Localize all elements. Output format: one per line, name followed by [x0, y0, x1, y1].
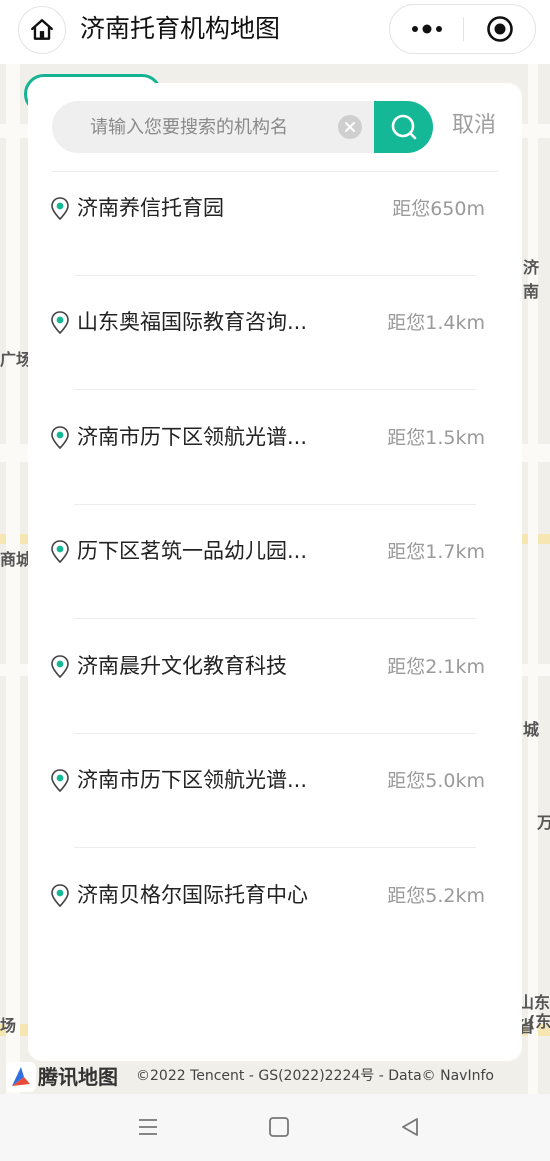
institution-distance: 距您1.4km: [387, 312, 485, 334]
institution-name: 济南贝格尔国际托育中心: [77, 883, 308, 907]
map-brand-name: 腾讯地图: [38, 1065, 118, 1089]
institution-name: 济南市历下区领航光谱...: [77, 425, 308, 449]
square-home-icon: [269, 1117, 289, 1137]
institution-distance: 距您1.5km: [387, 427, 485, 449]
map-label: 场: [0, 1016, 17, 1035]
search-button[interactable]: [374, 101, 433, 153]
more-button[interactable]: [390, 5, 463, 53]
divider: [52, 171, 498, 172]
map-attribution: 腾讯地图 ©2022 Tencent - GS(2022)2224号 - Dat…: [0, 1060, 550, 1094]
institution-distance: 距您1.7km: [387, 541, 485, 563]
institution-name: 山东奥福国际教育咨询...: [77, 310, 308, 334]
map-copyright: ©2022 Tencent - GS(2022)2224号 - Data© Na…: [136, 1068, 494, 1084]
map-road: [528, 64, 538, 1094]
search-input[interactable]: [90, 111, 330, 143]
location-pin-icon: [51, 311, 69, 335]
map-label: (东: [528, 1012, 550, 1031]
institution-name: 历下区茗筑一品幼儿园...: [77, 539, 308, 563]
list-item[interactable]: 济南养信托育园 距您650m: [28, 188, 522, 302]
location-pin-icon: [51, 197, 69, 221]
divider: [74, 389, 476, 390]
top-bar: 济南托育机构地图: [0, 0, 550, 64]
triangle-back-icon: [402, 1118, 418, 1136]
location-pin-icon: [51, 426, 69, 450]
search-panel: 取消 济南养信托育园 距您650m 山东奥福国际教育咨询... 距您1.4km …: [28, 83, 522, 1061]
map-label: 城: [523, 720, 540, 739]
location-pin-icon: [51, 540, 69, 564]
institution-distance: 距您650m: [392, 198, 485, 220]
map-road: [6, 64, 20, 1094]
home-nav-button[interactable]: [259, 1112, 299, 1142]
divider: [74, 275, 476, 276]
divider: [74, 733, 476, 734]
divider: [74, 847, 476, 848]
tencent-map-logo-icon: [6, 1062, 36, 1092]
mini-program-capsule: [389, 4, 536, 54]
clear-button[interactable]: [338, 115, 362, 139]
list-item[interactable]: 济南市历下区领航光谱... 距您1.5km: [28, 417, 522, 531]
list-item[interactable]: 山东奥福国际教育咨询... 距您1.4km: [28, 302, 522, 416]
list-item[interactable]: 济南贝格尔国际托育中心 距您5.2km: [28, 875, 522, 989]
location-pin-icon: [51, 884, 69, 908]
system-nav-bar: [0, 1094, 550, 1161]
target-close-icon: [487, 16, 513, 42]
menu-icon: [139, 1119, 157, 1135]
institution-name: 济南市历下区领航光谱...: [77, 768, 308, 792]
location-pin-icon: [51, 769, 69, 793]
page-title: 济南托育机构地图: [80, 14, 281, 43]
institution-name: 济南晨升文化教育科技: [77, 654, 287, 678]
map-label: 万: [537, 813, 550, 832]
location-pin-icon: [51, 655, 69, 679]
close-button[interactable]: [464, 5, 536, 53]
search-bar: [52, 101, 433, 153]
institution-name: 济南养信托育园: [77, 196, 224, 220]
institution-distance: 距您2.1km: [387, 656, 485, 678]
divider: [74, 618, 476, 619]
cancel-button[interactable]: 取消: [452, 111, 496, 141]
back-nav-button[interactable]: [390, 1112, 430, 1142]
divider: [74, 504, 476, 505]
search-icon: [391, 114, 416, 140]
clear-x-icon: [345, 122, 355, 132]
menu-button[interactable]: [128, 1112, 168, 1142]
list-item[interactable]: 济南晨升文化教育科技 距您2.1km: [28, 646, 522, 760]
institution-distance: 距您5.2km: [387, 885, 485, 907]
institution-distance: 距您5.0km: [387, 770, 485, 792]
map-label: 济南: [523, 258, 540, 301]
list-item[interactable]: 历下区茗筑一品幼儿园... 距您1.7km: [28, 531, 522, 645]
list-item[interactable]: 济南市历下区领航光谱... 距您5.0km: [28, 760, 522, 874]
home-button[interactable]: [18, 6, 66, 54]
more-dots-icon: [411, 24, 442, 34]
home-icon: [31, 19, 53, 40]
